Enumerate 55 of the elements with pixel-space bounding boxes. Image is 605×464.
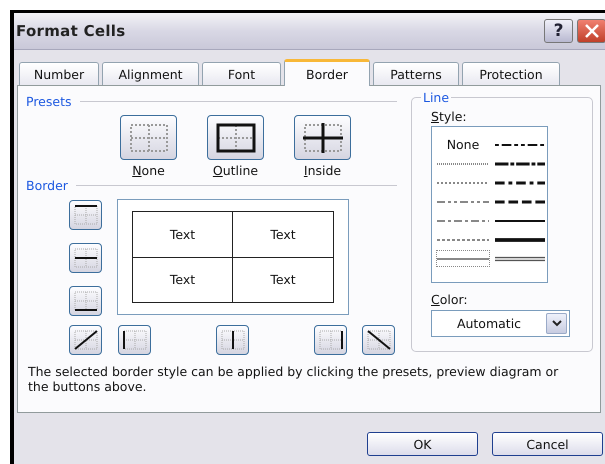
line-style-option[interactable]: None (436, 136, 490, 153)
section-label: Line (422, 90, 450, 105)
border-button[interactable] (69, 325, 102, 355)
section-label: Border (26, 178, 68, 193)
line-style-icon (495, 236, 545, 244)
close-button[interactable] (577, 19, 605, 43)
line-style-list[interactable]: None (431, 126, 548, 283)
style-label: Style: (431, 109, 468, 124)
tab[interactable]: Alignment (102, 62, 199, 85)
border-diag-up-icon (72, 328, 100, 352)
preset-label: Inside (304, 163, 342, 178)
help-button[interactable]: ? (544, 19, 573, 43)
preset-button[interactable] (294, 115, 351, 160)
preview-cell-text: Text (269, 271, 297, 290)
border-bottom-icon (72, 289, 100, 313)
border-preview[interactable]: Text Text Text Text (117, 199, 349, 315)
tab[interactable]: Protection (462, 62, 560, 85)
border-button[interactable] (118, 325, 151, 355)
border-button[interactable] (314, 325, 347, 355)
preview-cell: Text (133, 212, 233, 258)
window-title: Format Cells (16, 22, 126, 40)
border-right-icon (316, 328, 344, 352)
preset-label: Outline (212, 163, 258, 178)
line-style-icon (495, 178, 545, 186)
section-label: Presets (26, 94, 72, 109)
color-label: Color: (431, 292, 469, 307)
preview-cell: Text (233, 212, 333, 258)
border-top-icon (72, 203, 100, 227)
line-style-icon (495, 198, 545, 206)
preset-inside-icon (300, 122, 344, 154)
border-button[interactable] (69, 243, 102, 273)
line-style-option[interactable] (436, 250, 490, 267)
ok-button[interactable]: OK (367, 432, 478, 456)
tab[interactable]: Border (284, 59, 370, 86)
border-button[interactable] (69, 200, 102, 230)
cancel-button[interactable]: Cancel (492, 432, 603, 456)
tab[interactable]: Font (202, 62, 281, 85)
line-style-icon (495, 254, 545, 262)
border-diag-down-icon (364, 328, 392, 352)
preset-button[interactable] (207, 115, 264, 160)
help-text: The selected border style can be applied by clicking the presets, preview diagram or the buttons above. (28, 364, 560, 394)
preset-label: None (132, 163, 165, 178)
border-left-icon (120, 328, 148, 352)
line-style-icon (495, 160, 545, 168)
border-button[interactable] (362, 325, 395, 355)
color-dropdown[interactable]: Automatic (431, 310, 570, 337)
close-icon (584, 23, 600, 39)
preview-cell: Text (133, 258, 233, 302)
border-middle-v-icon (218, 328, 246, 352)
border-middle-h-icon (72, 246, 100, 270)
tab[interactable]: Number (19, 62, 99, 85)
border-button[interactable] (216, 325, 249, 355)
preset-outline-icon (214, 122, 258, 154)
border-button[interactable] (69, 286, 102, 316)
tab[interactable]: Patterns (373, 62, 459, 85)
